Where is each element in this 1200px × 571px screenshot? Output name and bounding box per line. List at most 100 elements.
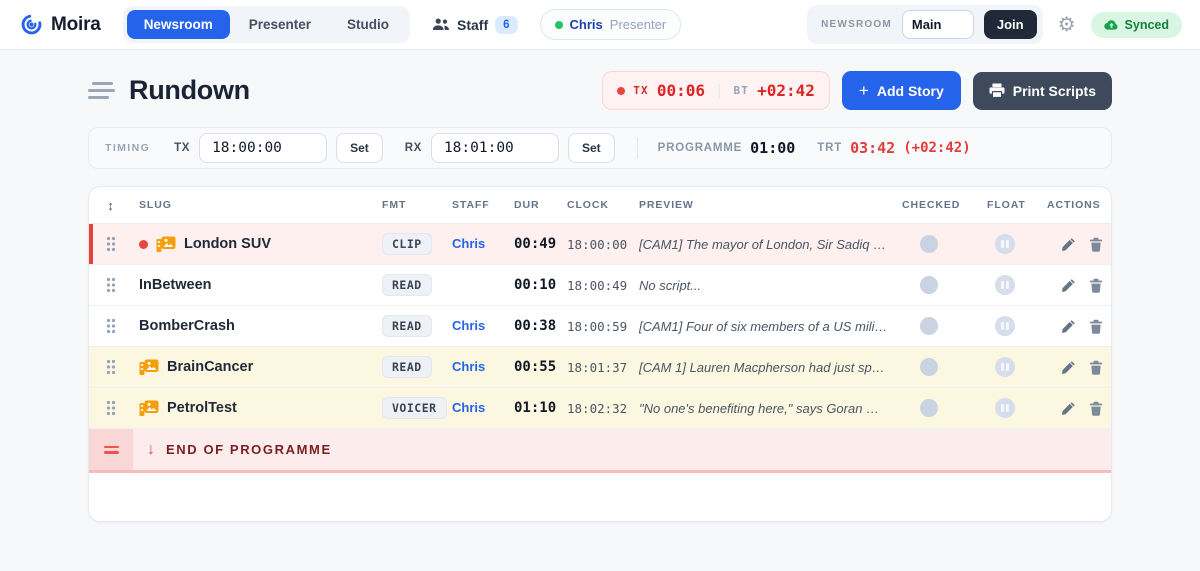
rx-set-button[interactable]: Set [567,133,615,163]
checked-cell [902,399,987,417]
drag-handle[interactable] [89,400,133,416]
edit-button[interactable] [1061,360,1076,375]
clock-cell: 18:01:37 [567,359,628,375]
format-cell: READ [382,315,452,337]
actions-cell [1047,237,1111,252]
checked-cell [902,235,987,253]
preview-cell: "No one's benefiting here," says Goran R… [639,400,902,416]
tx-time-input[interactable] [199,133,328,163]
checked-toggle[interactable] [920,317,938,335]
delete-button[interactable] [1089,401,1103,416]
navbar-right: NEWSROOM Join ⚙ Synced [807,5,1182,44]
delete-button[interactable] [1089,278,1103,293]
gear-icon[interactable]: ⚙ [1058,15,1076,35]
tab-studio[interactable]: Studio [330,10,406,39]
sort-icon: ↕ [107,197,115,213]
arrow-down-icon: ↓ [147,440,155,458]
delete-button[interactable] [1089,360,1103,375]
tab-presenter[interactable]: Presenter [232,10,328,39]
divider: | [715,82,724,99]
plus-icon: + [858,81,869,100]
drag-handle[interactable] [89,277,133,293]
col-staff: STAFF [452,199,490,211]
onair-timer-badge: TX 00:06 | BT +02:42 [602,71,830,110]
pencil-icon [1062,319,1075,333]
float-cell [987,398,1047,418]
slug-cell: BrainCancer [133,359,382,376]
clock-cell: 18:02:32 [567,400,628,416]
checked-toggle[interactable] [920,358,938,376]
edit-button[interactable] [1061,278,1076,293]
float-pause-button[interactable] [995,357,1015,377]
delete-button[interactable] [1089,319,1103,334]
rundown-table: ↕ SLUG FMT STAFF DUR CLOCK PREVIEW CHECK… [88,186,1112,522]
duration-cell: 00:49 [514,236,557,252]
drag-dots-icon [106,400,116,416]
format-badge: READ [382,315,432,337]
pencil-icon [1062,278,1075,292]
format-cell: VOICER [382,397,452,419]
rx-time-input[interactable] [430,133,559,163]
tx-set-button[interactable]: Set [336,133,383,163]
drag-handle[interactable] [89,236,133,252]
programme-label: PROGRAMME [657,142,743,154]
divider [636,137,638,159]
join-button[interactable]: Join [983,10,1037,39]
drag-handle[interactable] [89,359,133,375]
float-cell [987,275,1047,295]
newsroom-name-input[interactable] [901,10,974,39]
float-pause-button[interactable] [995,316,1015,336]
delete-button[interactable] [1089,237,1103,252]
edit-button[interactable] [1061,237,1076,252]
brand-name: Moira [51,13,101,35]
checked-cell [902,276,987,294]
staff-chip[interactable]: Staff 6 [432,15,518,34]
story-row: InBetween READ 00:10 18:00:49 No script.… [89,265,1111,306]
float-pause-button[interactable] [995,398,1015,418]
slug-cell: BomberCrash [133,318,382,334]
end-of-programme-row: ↓ END OF PROGRAMME [89,429,1111,473]
end-of-programme-label: END OF PROGRAMME [166,442,332,457]
trash-icon [1089,319,1103,334]
mode-tabs: Newsroom Presenter Studio [122,6,411,43]
bt-label: BT [733,84,750,97]
presence-role: Presenter [609,17,667,32]
clock-cell: 18:00:00 [567,236,628,252]
trt-label: TRT [817,142,843,154]
top-navbar: Moira Newsroom Presenter Studio Staff 6 … [0,0,1200,50]
duration-cell: 00:38 [514,318,557,334]
programme-duration: 01:00 [750,139,796,157]
col-checked: CHECKED [902,199,961,211]
staff-link[interactable]: Chris [452,318,485,333]
timing-label: TIMING [105,142,151,154]
page-title: Rundown [129,75,250,105]
brand: Moira [20,13,101,36]
presence-pill[interactable]: Chris Presenter [539,9,682,40]
staff-link[interactable]: Chris [452,400,485,415]
float-pause-button[interactable] [995,234,1015,254]
drag-dots-icon [106,318,116,334]
format-cell: READ [382,274,452,296]
sync-status-badge: Synced [1090,11,1182,38]
staff-link[interactable]: Chris [452,236,485,251]
tab-newsroom[interactable]: Newsroom [126,10,230,39]
trt-overrun: (+02:42) [903,140,971,156]
slug-text: London SUV [184,236,271,252]
end-drag-handle[interactable] [89,429,133,470]
checked-toggle[interactable] [920,276,938,294]
edit-button[interactable] [1061,401,1076,416]
staff-link[interactable]: Chris [452,359,485,374]
print-scripts-button[interactable]: Print Scripts [972,71,1112,110]
actions-cell [1047,278,1111,293]
trt-value: 03:42 [850,139,896,157]
checked-toggle[interactable] [920,399,938,417]
duration-cell: 01:10 [514,400,557,416]
col-clock: CLOCK [567,199,609,211]
add-story-button[interactable]: + Add Story [841,71,961,110]
edit-button[interactable] [1061,319,1076,334]
trash-icon [1089,401,1103,416]
checked-toggle[interactable] [920,235,938,253]
page-header: Rundown TX 00:06 | BT +02:42 + Add Story [88,71,1112,110]
drag-handle[interactable] [89,318,133,334]
float-pause-button[interactable] [995,275,1015,295]
